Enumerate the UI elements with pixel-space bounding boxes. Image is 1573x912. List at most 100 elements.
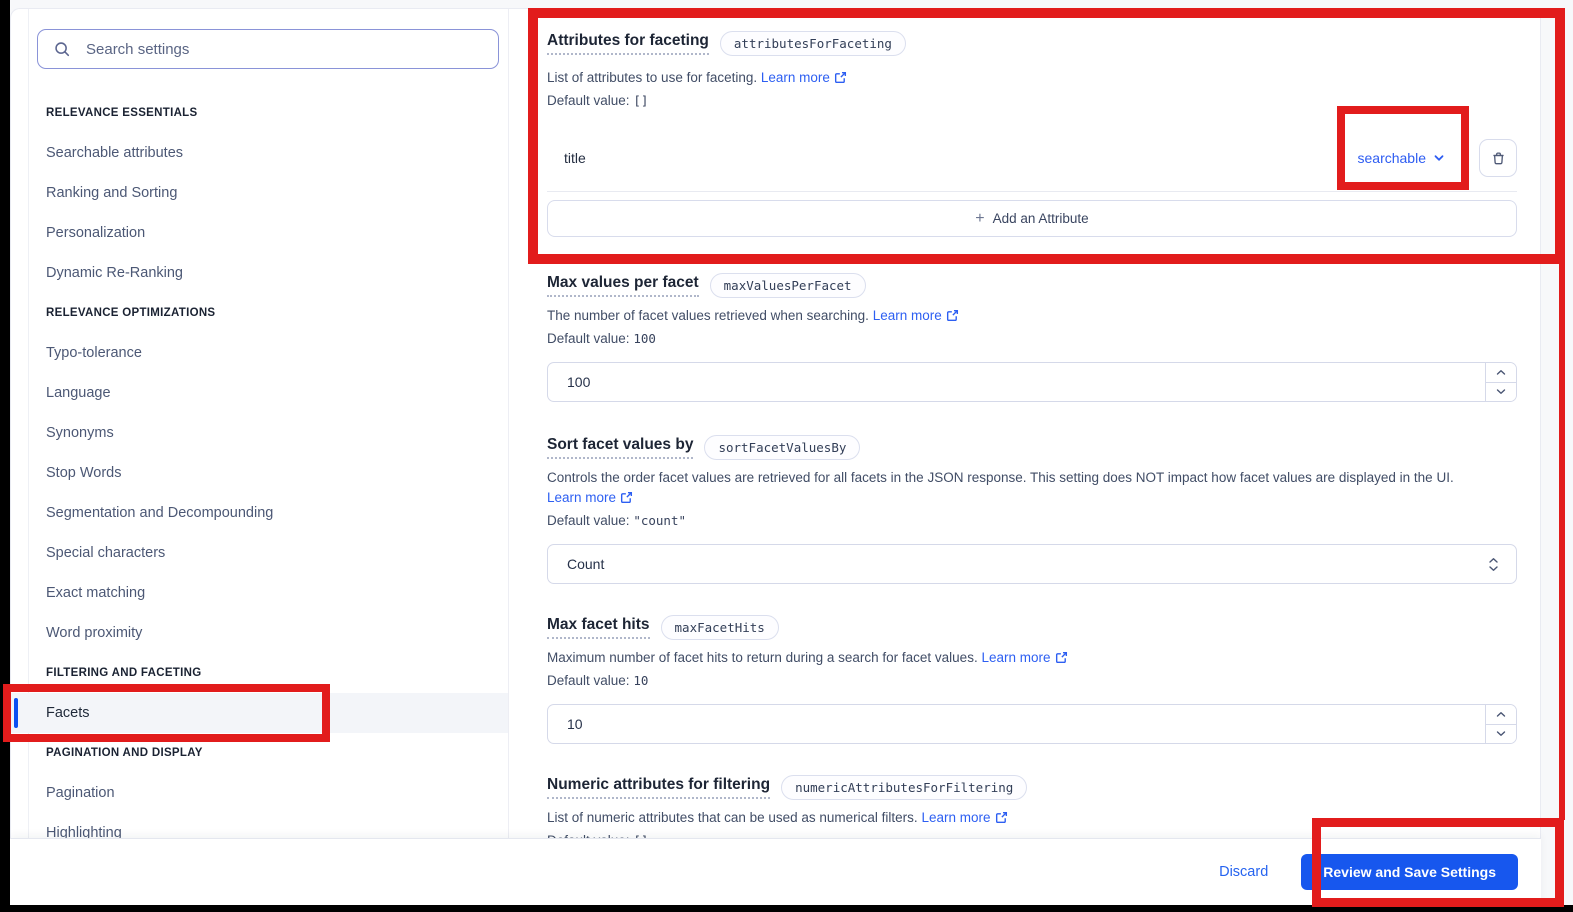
default-value-line: Default value: "count" xyxy=(547,511,1517,531)
add-attribute-button[interactable]: + Add an Attribute xyxy=(547,200,1517,237)
select-chevrons-icon xyxy=(1488,557,1499,572)
footer-bar: Discard Review and Save Settings xyxy=(10,838,1541,905)
default-value-line: Default value: 10 xyxy=(547,671,1517,691)
setting-max-values-per-facet: Max values per facet maxValuesPerFacet T… xyxy=(547,273,1517,402)
sidebar-item-searchable-attributes[interactable]: Searchable attributes xyxy=(11,133,508,173)
search-settings-input[interactable] xyxy=(84,40,483,59)
max-facet-hits-input[interactable]: 10 xyxy=(547,704,1517,744)
settings-content: Attributes for faceting attributesForFac… xyxy=(509,9,1540,905)
increment-button[interactable] xyxy=(1486,363,1516,383)
setting-title: Max values per facet xyxy=(547,273,699,296)
learn-more-line: Learn more xyxy=(547,488,1517,508)
learn-more-link[interactable]: Learn more xyxy=(921,810,1007,825)
delete-attribute-button[interactable] xyxy=(1479,139,1517,177)
chevron-up-icon xyxy=(1496,711,1506,718)
plus-icon: + xyxy=(975,211,984,227)
sidebar-section-filtering-and-faceting: FILTERING AND FACETING xyxy=(11,653,508,693)
sort-facet-values-select[interactable]: Count xyxy=(547,544,1517,584)
api-name-badge: numericAttributesForFiltering xyxy=(781,775,1027,800)
attribute-name: title xyxy=(564,150,586,166)
learn-more-link[interactable]: Learn more xyxy=(981,650,1067,665)
increment-button[interactable] xyxy=(1486,705,1516,725)
sidebar-item-stop-words[interactable]: Stop Words xyxy=(11,453,508,493)
number-stepper xyxy=(1485,705,1516,743)
attribute-modifier-dropdown[interactable]: searchable xyxy=(1358,150,1446,166)
sidebar-item-language[interactable]: Language xyxy=(11,373,508,413)
sidebar-item-synonyms[interactable]: Synonyms xyxy=(11,413,508,453)
external-link-icon xyxy=(995,811,1008,824)
sidebar-item-word-proximity[interactable]: Word proximity xyxy=(11,613,508,653)
sidebar-item-facets[interactable]: Facets xyxy=(11,693,508,733)
setting-sort-facet-values-by: Sort facet values by sortFacetValuesBy C… xyxy=(547,435,1517,584)
learn-more-link[interactable]: Learn more xyxy=(761,70,847,85)
setting-title: Max facet hits xyxy=(547,615,650,638)
learn-more-link[interactable]: Learn more xyxy=(547,490,633,505)
chevron-down-icon xyxy=(1496,388,1506,395)
sidebar-section-relevance-optimizations: RELEVANCE OPTIMIZATIONS xyxy=(11,293,508,333)
max-values-per-facet-input[interactable]: 100 xyxy=(547,362,1517,402)
sidebar-item-exact-matching[interactable]: Exact matching xyxy=(11,573,508,613)
setting-description: Controls the order facet values are retr… xyxy=(547,468,1517,488)
number-stepper xyxy=(1485,363,1516,401)
setting-description: Maximum number of facet hits to return d… xyxy=(547,648,1517,668)
sidebar-item-ranking-and-sorting[interactable]: Ranking and Sorting xyxy=(11,173,508,213)
active-indicator xyxy=(14,698,18,728)
trash-icon xyxy=(1490,150,1507,167)
sidebar-section-relevance-essentials: RELEVANCE ESSENTIALS xyxy=(11,93,508,133)
sidebar-item-label: Special characters xyxy=(46,545,165,561)
sidebar-item-segmentation-and-decompounding[interactable]: Segmentation and Decompounding xyxy=(11,493,508,533)
settings-panel: RELEVANCE ESSENTIALSSearchable attribute… xyxy=(10,8,1541,905)
setting-title: Sort facet values by xyxy=(547,435,693,458)
sidebar-item-label: Typo-tolerance xyxy=(46,345,142,361)
sidebar-nav: RELEVANCE ESSENTIALSSearchable attribute… xyxy=(11,93,508,853)
sidebar-item-label: Exact matching xyxy=(46,585,145,601)
external-link-icon xyxy=(620,491,633,504)
setting-description: List of numeric attributes that can be u… xyxy=(547,808,1517,828)
sidebar-section-pagination-and-display: PAGINATION AND DISPLAY xyxy=(11,733,508,773)
learn-more-link[interactable]: Learn more xyxy=(873,308,959,323)
external-link-icon xyxy=(834,71,847,84)
setting-description: List of attributes to use for faceting. … xyxy=(547,68,1517,88)
external-link-icon xyxy=(946,309,959,322)
api-name-badge: sortFacetValuesBy xyxy=(704,435,860,460)
sidebar-item-label: Dynamic Re-Ranking xyxy=(46,265,183,281)
discard-button[interactable]: Discard xyxy=(1219,864,1268,880)
sidebar-item-label: Ranking and Sorting xyxy=(46,185,177,201)
api-name-badge: attributesForFaceting xyxy=(720,31,906,56)
sidebar-item-label: Stop Words xyxy=(46,465,122,481)
search-settings-box[interactable] xyxy=(37,29,499,69)
sidebar-item-label: Word proximity xyxy=(46,625,142,641)
default-value-line: Default value: 100 xyxy=(547,329,1517,349)
sidebar-item-pagination[interactable]: Pagination xyxy=(11,773,508,813)
settings-sidebar: RELEVANCE ESSENTIALSSearchable attribute… xyxy=(11,9,509,905)
decrement-button[interactable] xyxy=(1486,725,1516,744)
sidebar-item-typo-tolerance[interactable]: Typo-tolerance xyxy=(11,333,508,373)
window-frame-left xyxy=(0,0,10,912)
attribute-row: title searchable xyxy=(547,125,1517,191)
review-save-button[interactable]: Review and Save Settings xyxy=(1301,854,1518,890)
sidebar-item-special-characters[interactable]: Special characters xyxy=(11,533,508,573)
sidebar-item-label: Pagination xyxy=(46,785,115,801)
sidebar-item-personalization[interactable]: Personalization xyxy=(11,213,508,253)
chevron-down-icon xyxy=(1433,152,1445,164)
chevron-down-icon xyxy=(1496,730,1506,737)
sidebar-item-label: Personalization xyxy=(46,225,145,241)
setting-max-facet-hits: Max facet hits maxFacetHits Maximum numb… xyxy=(547,615,1517,744)
setting-description: The number of facet values retrieved whe… xyxy=(547,306,1517,326)
chevron-up-icon xyxy=(1496,369,1506,376)
sidebar-item-label: Facets xyxy=(46,705,90,721)
sidebar-item-label: Language xyxy=(46,385,111,401)
sidebar-item-dynamic-re-ranking[interactable]: Dynamic Re-Ranking xyxy=(11,253,508,293)
setting-title: Numeric attributes for filtering xyxy=(547,775,770,798)
default-value-line: Default value: [] xyxy=(547,91,1517,111)
row-divider xyxy=(547,191,1517,192)
search-icon xyxy=(53,40,71,58)
external-link-icon xyxy=(1055,651,1068,664)
annotation-right-edge-line xyxy=(1559,260,1565,820)
sidebar-item-label: Segmentation and Decompounding xyxy=(46,505,273,521)
setting-title: Attributes for faceting xyxy=(547,31,709,54)
api-name-badge: maxFacetHits xyxy=(661,615,779,640)
window-frame-bottom xyxy=(0,905,1573,912)
decrement-button[interactable] xyxy=(1486,383,1516,402)
setting-attributes-for-faceting: Attributes for faceting attributesForFac… xyxy=(547,31,1517,237)
